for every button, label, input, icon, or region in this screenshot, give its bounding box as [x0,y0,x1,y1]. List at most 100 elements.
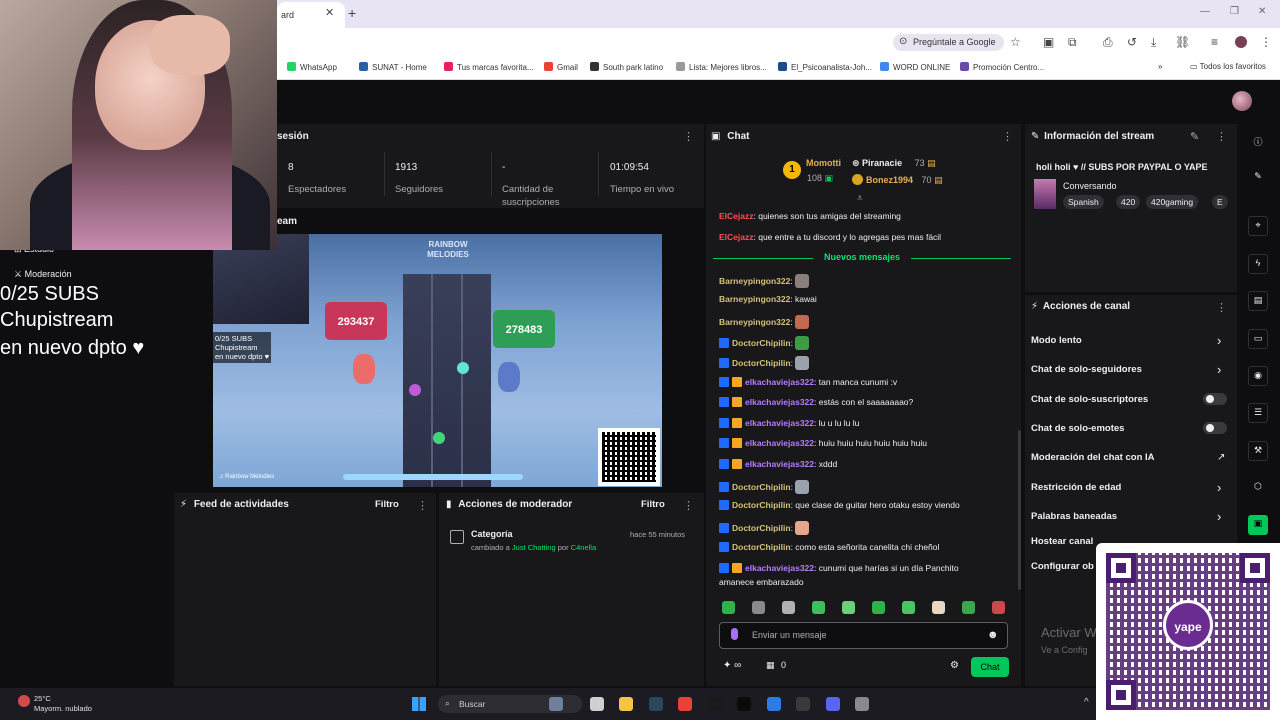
stream-info-more-icon[interactable]: ⋮ [1216,130,1227,143]
toggle-switch[interactable] [1203,422,1227,434]
quick-emote-icon[interactable] [722,601,735,614]
chrome-icon[interactable] [678,697,692,711]
edit-stream-icon[interactable]: ✎ [1190,130,1199,143]
channel-action-row[interactable]: Moderación del chat con IA [1031,452,1155,463]
all-bookmarks[interactable]: ▭ Todos los favoritos [1190,62,1266,71]
chat-username[interactable]: elkachaviejas322 [745,563,814,573]
leader-2[interactable]: ⊛ Piranacie 73 ▤ [852,158,936,169]
bookmark-item[interactable]: South park latino [590,62,663,72]
task-view-icon[interactable] [590,697,604,711]
bits-counter[interactable]: ▦ 0 [766,660,786,671]
stream-video[interactable]: 0/25 SUBS Chupistream en nuevo dpto ♥ RAIN… [213,234,662,487]
bookmark-item[interactable]: Tus marcas favorita... [444,62,534,72]
prime-badge-icon[interactable] [719,438,729,448]
app-icon[interactable] [855,697,869,711]
channel-action-row[interactable]: Configurar ob [1031,561,1094,572]
chat-username[interactable]: Barneypingon322 [719,276,790,286]
extension-green-icon[interactable]: ▣ [1248,515,1268,535]
tray-chevron-icon[interactable]: ^ [1084,697,1089,708]
channel-action-row[interactable]: Palabras baneadas [1031,511,1117,522]
channel-action-row[interactable]: Chat de solo-emotes [1031,423,1124,434]
prime-badge-icon[interactable] [719,459,729,469]
app-icon[interactable] [708,697,722,711]
focus-icon[interactable]: ⌖ [1248,216,1268,236]
crown-badge-icon[interactable] [732,397,742,407]
channel-action-row[interactable]: Modo lento [1031,335,1082,346]
tag-420gaming[interactable]: 420gaming [1146,195,1199,209]
channel-action-row[interactable]: Restricción de edad [1031,482,1121,493]
menu-icon[interactable]: ⋮ [1260,35,1272,49]
quick-emote-icon[interactable] [872,601,885,614]
more-bookmarks-icon[interactable]: » [1158,62,1162,71]
minimize-icon[interactable]: — [1200,6,1210,17]
chat-username[interactable]: DoctorChipilin [732,542,791,552]
channel-action-row[interactable]: Chat de solo-suscriptores [1031,394,1148,405]
prime-badge-icon[interactable] [719,358,729,368]
chat-username[interactable]: DoctorChipilin [732,338,791,348]
quick-emote-icon[interactable] [962,601,975,614]
chat-username[interactable]: Barneypingon322 [719,317,790,327]
toggle-switch[interactable] [1203,393,1227,405]
info-icon[interactable]: ⓘ [1248,132,1268,152]
chat-username[interactable]: elkachaviejas322 [745,459,814,469]
user-avatar[interactable] [1232,91,1252,111]
prime-badge-icon[interactable] [719,418,729,428]
channel-points-icon[interactable]: ✦ ∞ [723,660,741,671]
chat-username[interactable]: elkachaviejas322 [745,438,814,448]
chevron-right-icon[interactable]: › [1217,509,1221,524]
star-icon[interactable]: ☆ [1010,35,1021,49]
channel-actions-more-icon[interactable]: ⋮ [1216,301,1227,314]
external-link-icon[interactable]: ↗ [1217,452,1225,463]
prime-badge-icon[interactable] [719,523,729,533]
prime-badge-icon[interactable] [719,542,729,552]
sidebar-icon[interactable]: ≡ [1211,35,1218,49]
channel-action-row[interactable]: Chat de solo-seguidores [1031,364,1142,375]
chevron-right-icon[interactable]: › [1217,480,1221,495]
puzzle-icon[interactable]: ⧉ [1068,35,1077,50]
tag-420[interactable]: 420 [1116,195,1141,209]
chat-username[interactable]: ElCejazz [719,211,754,221]
category-thumbnail[interactable] [1034,179,1056,209]
profile-avatar[interactable] [1235,36,1247,48]
history-icon[interactable]: ↺ [1127,35,1137,49]
weather-widget[interactable]: 25°C Mayorm. nublado [34,694,92,714]
nav-item-moderacion[interactable]: ⚔ Moderación [14,269,72,280]
chat-username[interactable]: DoctorChipilin [732,358,791,368]
browser-tab[interactable]: ard [277,2,345,28]
steam-icon[interactable] [649,697,663,711]
quick-emote-icon[interactable] [992,601,1005,614]
chat-username[interactable]: DoctorChipilin [732,482,791,492]
crown-badge-icon[interactable] [732,563,742,573]
activity-more-icon[interactable]: ⋮ [417,499,428,512]
activity-filter-button[interactable]: Filtro [375,499,399,510]
chat-username[interactable]: elkachaviejas322 [745,397,814,407]
chat-username[interactable]: elkachaviejas322 [745,377,814,387]
prime-badge-icon[interactable] [719,397,729,407]
bookmark-item[interactable]: El_Psicoanalista-Joh... [778,62,872,72]
window-close-icon[interactable]: ✕ [1258,6,1266,17]
prime-badge-icon[interactable] [719,563,729,573]
chat-more-icon[interactable]: ⋮ [1002,130,1013,143]
chat-settings-icon[interactable]: ⚙ [950,660,959,671]
microphone-icon[interactable] [731,628,738,640]
epic-icon[interactable] [737,697,751,711]
bookmark-item[interactable]: WhatsApp [287,62,337,72]
crown-badge-icon[interactable] [732,459,742,469]
extension-icon[interactable]: ▣ [1043,35,1054,49]
quick-emote-icon[interactable] [902,601,915,614]
chevron-right-icon[interactable]: › [1217,333,1221,348]
prime-badge-icon[interactable] [719,377,729,387]
quick-emote-icon[interactable] [932,601,945,614]
prime-badge-icon[interactable] [719,338,729,348]
crown-badge-icon[interactable] [732,438,742,448]
tag-spanish[interactable]: Spanish [1063,195,1104,209]
file-explorer-icon[interactable] [619,697,633,711]
quick-emote-icon[interactable] [812,601,825,614]
plugin-icon[interactable]: ⬡ [1248,478,1268,498]
quick-emote-icon[interactable] [752,601,765,614]
leader-3[interactable]: Bonez1994 70 ▤ [852,174,943,186]
emote-picker-icon[interactable]: ☻ [987,629,999,641]
weather-icon[interactable] [18,695,30,707]
mod-item-category[interactable]: Just Chatting [512,543,556,552]
chevron-right-icon[interactable]: › [1217,362,1221,377]
